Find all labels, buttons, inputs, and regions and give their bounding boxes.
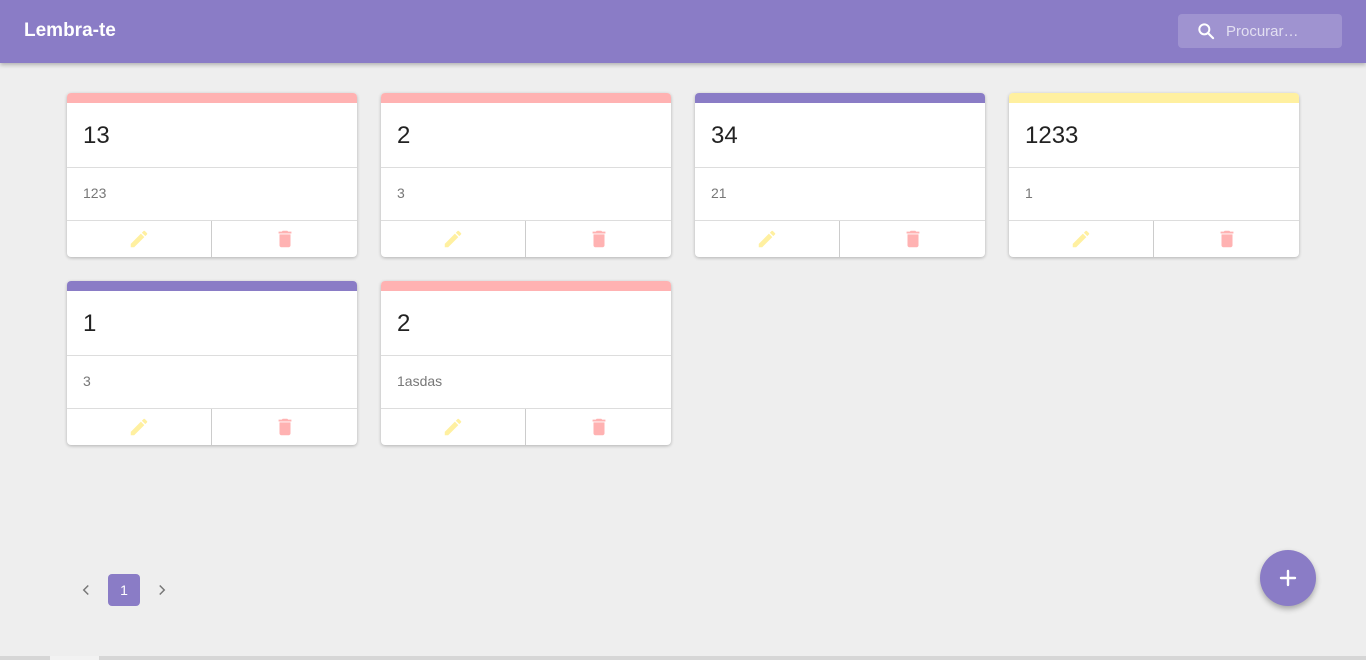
search-box[interactable] — [1178, 14, 1342, 48]
chevron-left-icon — [82, 584, 89, 596]
divider — [67, 167, 357, 168]
note-body: 21 — [711, 185, 727, 201]
note-color-bar — [381, 93, 671, 103]
search-icon[interactable] — [1196, 21, 1216, 41]
divider — [1009, 167, 1299, 168]
pencil-icon — [1072, 230, 1090, 248]
note-color-bar — [67, 281, 357, 291]
horizontal-scrollbar[interactable] — [0, 656, 1366, 660]
note-title: 34 — [711, 122, 738, 149]
edit-note-button[interactable] — [67, 409, 212, 445]
note-color-bar — [695, 93, 985, 103]
delete-note-button[interactable] — [526, 221, 671, 257]
edit-note-button[interactable] — [381, 409, 526, 445]
chevron-right-icon — [159, 584, 166, 596]
divider — [695, 167, 985, 168]
edit-note-button[interactable] — [67, 221, 212, 257]
note-card: 1 3 — [67, 281, 357, 445]
app-bar: Lembra-te — [0, 0, 1366, 63]
divider — [67, 355, 357, 356]
note-card: 34 21 — [695, 93, 985, 257]
add-note-button[interactable] — [1260, 550, 1316, 606]
note-color-bar — [381, 281, 671, 291]
next-page-button[interactable] — [146, 574, 178, 606]
note-color-bar — [67, 93, 357, 103]
note-actions — [381, 221, 671, 257]
note-title: 13 — [83, 122, 110, 149]
edit-note-button[interactable] — [381, 221, 526, 257]
note-card: 13 123 — [67, 93, 357, 257]
note-card: 2 1asdas — [381, 281, 671, 445]
delete-note-button[interactable] — [212, 409, 357, 445]
note-card: 1233 1 — [1009, 93, 1299, 257]
trash-icon — [1220, 230, 1233, 248]
pencil-icon — [444, 230, 462, 248]
delete-note-button[interactable] — [840, 221, 985, 257]
page-number-button[interactable]: 1 — [108, 574, 140, 606]
divider — [381, 167, 671, 168]
edit-note-button[interactable] — [1009, 221, 1154, 257]
note-title: 1 — [83, 310, 97, 337]
note-card: 2 3 — [381, 93, 671, 257]
note-title: 2 — [397, 310, 411, 337]
note-color-bar — [1009, 93, 1299, 103]
plus-icon — [1279, 569, 1297, 587]
pencil-icon — [444, 418, 462, 436]
trash-icon — [906, 230, 919, 248]
note-body: 3 — [83, 373, 91, 389]
note-actions — [1009, 221, 1299, 257]
note-body: 123 — [83, 185, 107, 201]
note-body: 3 — [397, 185, 405, 201]
note-actions — [67, 221, 357, 257]
trash-icon — [278, 418, 291, 436]
delete-note-button[interactable] — [212, 221, 357, 257]
pencil-icon — [130, 230, 148, 248]
note-actions — [695, 221, 985, 257]
note-title: 2 — [397, 122, 411, 149]
note-body: 1asdas — [397, 373, 443, 389]
note-actions — [381, 409, 671, 445]
delete-note-button[interactable] — [526, 409, 671, 445]
pencil-icon — [758, 230, 776, 248]
note-body: 1 — [1025, 185, 1033, 201]
scrollbar-thumb[interactable] — [50, 656, 99, 660]
note-actions — [67, 409, 357, 445]
delete-note-button[interactable] — [1154, 221, 1299, 257]
app-title: Lembra-te — [24, 20, 116, 41]
trash-icon — [592, 418, 605, 436]
trash-icon — [592, 230, 605, 248]
pencil-icon — [130, 418, 148, 436]
previous-page-button[interactable] — [70, 574, 102, 606]
trash-icon — [278, 230, 291, 248]
edit-note-button[interactable] — [695, 221, 840, 257]
search-input[interactable] — [1226, 20, 1336, 42]
divider — [381, 355, 671, 356]
note-title: 1233 — [1025, 122, 1079, 149]
